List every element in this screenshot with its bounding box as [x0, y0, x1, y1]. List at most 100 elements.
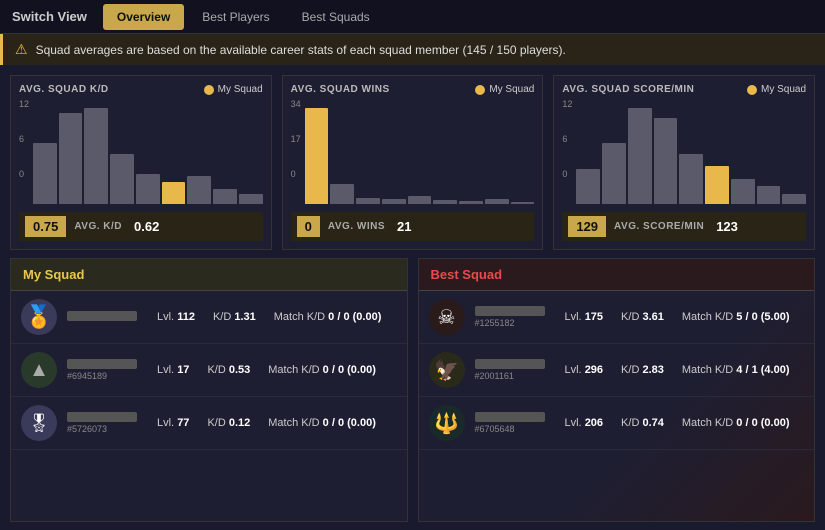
player-name-blur — [475, 359, 545, 369]
tab-overview[interactable]: Overview — [103, 4, 184, 30]
chart-score-bottom: 129 AVG. SCORE/MIN 123 — [562, 212, 806, 241]
bar — [84, 108, 108, 204]
player-info: #1255182 — [475, 306, 555, 328]
player-lvl: Lvl. 17 — [157, 364, 189, 376]
bar — [628, 108, 652, 204]
bar — [110, 154, 134, 205]
warning-text: Squad averages are based on the availabl… — [36, 43, 566, 57]
player-kd: K/D 0.74 — [621, 417, 664, 429]
avatar: ▲ — [21, 352, 57, 388]
chart-wins-bottom: 0 AVG. WINS 21 — [291, 212, 535, 241]
bar-gold — [305, 108, 329, 204]
bar — [33, 143, 57, 204]
tab-best-squads[interactable]: Best Squads — [288, 4, 384, 30]
chart-wins-header: AVG. SQUAD WINS My Squad — [291, 84, 535, 95]
player-kd: K/D 0.12 — [207, 417, 250, 429]
chart-kd-bottom: 0.75 AVG. K/D 0.62 — [19, 212, 263, 241]
chart-kd-title: AVG. SQUAD K/D — [19, 84, 109, 95]
player-kd: K/D 3.61 — [621, 311, 664, 323]
best-squad-panel: Best Squad ☠ #1255182 Lvl. 175 K/D 3.61 … — [418, 258, 816, 522]
player-row: 🏅 Lvl. 112 K/D 1.31 Match K/D 0 / 0 (0.0… — [11, 291, 407, 344]
bar — [187, 176, 211, 204]
header: Switch View Overview Best Players Best S… — [0, 0, 825, 34]
chart-wins-bars — [305, 99, 535, 208]
bar — [459, 201, 483, 204]
player-id: #5726073 — [67, 424, 147, 434]
player-id: #6945189 — [67, 371, 147, 381]
bar — [731, 179, 755, 204]
bar — [679, 154, 703, 205]
player-row: ▲ #6945189 Lvl. 17 K/D 0.53 Match K/D 0 … — [11, 344, 407, 397]
player-id: #6705648 — [475, 424, 555, 434]
kd-my-value: 0.75 — [25, 216, 66, 237]
player-lvl: Lvl. 112 — [157, 311, 195, 323]
player-match-kd: Match K/D 0 / 0 (0.00) — [268, 417, 376, 429]
bar — [511, 202, 535, 204]
bar-gold — [705, 166, 729, 204]
avatar: 🏅 — [21, 299, 57, 335]
squad-dot-score — [747, 85, 757, 95]
bar — [59, 113, 83, 204]
warning-icon: ⚠ — [15, 41, 28, 58]
switch-view-button[interactable]: Switch View — [12, 9, 87, 24]
player-id: #1255182 — [475, 318, 555, 328]
player-lvl: Lvl. 175 — [565, 311, 604, 323]
bar — [382, 199, 406, 204]
warning-banner: ⚠ Squad averages are based on the availa… — [0, 34, 825, 65]
charts-row: AVG. SQUAD K/D My Squad 12 6 0 — [0, 65, 825, 250]
player-info — [67, 311, 147, 323]
avatar: ☠ — [429, 299, 465, 335]
chart-kd-bars — [33, 99, 263, 208]
best-squad-header: Best Squad — [419, 259, 815, 291]
bar — [213, 189, 237, 204]
kd-label: AVG. K/D — [66, 218, 130, 235]
tab-best-players[interactable]: Best Players — [188, 4, 283, 30]
player-info: #2001161 — [475, 359, 555, 381]
player-id: #2001161 — [475, 371, 555, 381]
kd-other-value: 0.62 — [130, 216, 163, 237]
player-info: #6945189 — [67, 359, 147, 381]
player-name-blur — [475, 412, 545, 422]
chart-score: AVG. SQUAD SCORE/MIN My Squad 12 6 0 — [553, 75, 815, 250]
chart-score-header: AVG. SQUAD SCORE/MIN My Squad — [562, 84, 806, 95]
bar-gold — [162, 182, 186, 204]
bar — [576, 169, 600, 204]
my-squad-header: My Squad — [11, 259, 407, 291]
player-row: ☠ #1255182 Lvl. 175 K/D 3.61 Match K/D 5… — [419, 291, 815, 344]
player-info: #6705648 — [475, 412, 555, 434]
squad-dot-kd — [204, 85, 214, 95]
chart-kd-header: AVG. SQUAD K/D My Squad — [19, 84, 263, 95]
score-label: AVG. SCORE/MIN — [606, 218, 712, 235]
player-match-kd: Match K/D 5 / 0 (5.00) — [682, 311, 790, 323]
chart-kd-legend-label: My Squad — [218, 84, 263, 95]
wins-other-value: 21 — [393, 216, 415, 237]
chart-score-legend: My Squad — [747, 84, 806, 95]
chart-score-title: AVG. SQUAD SCORE/MIN — [562, 84, 694, 95]
score-other-value: 123 — [712, 216, 742, 237]
player-kd: K/D 1.31 — [213, 311, 256, 323]
player-row: 🦅 #2001161 Lvl. 296 K/D 2.83 Match K/D 4… — [419, 344, 815, 397]
player-match-kd: Match K/D 4 / 1 (4.00) — [682, 364, 790, 376]
player-row: 🔱 #6705648 Lvl. 206 K/D 0.74 Match K/D 0… — [419, 397, 815, 450]
bar — [433, 200, 457, 204]
player-name-blur — [67, 412, 137, 422]
my-squad-panel: My Squad 🏅 Lvl. 112 K/D 1.31 Match K/D 0… — [10, 258, 408, 522]
chart-score-bars — [576, 99, 806, 208]
player-match-kd: Match K/D 0 / 0 (0.00) — [274, 311, 382, 323]
player-name-blur — [475, 306, 545, 316]
bar — [602, 143, 626, 204]
chart-score-legend-label: My Squad — [761, 84, 806, 95]
bar — [239, 194, 263, 204]
chart-kd: AVG. SQUAD K/D My Squad 12 6 0 — [10, 75, 272, 250]
chart-wins-legend-label: My Squad — [489, 84, 534, 95]
player-match-kd: Match K/D 0 / 0 (0.00) — [682, 417, 790, 429]
player-name-blur — [67, 359, 137, 369]
chart-wins-y-labels: 34 17 0 — [291, 99, 301, 179]
avatar: 🔱 — [429, 405, 465, 441]
bar — [330, 184, 354, 204]
chart-kd-y-labels: 12 6 0 — [19, 99, 29, 179]
bottom-row: My Squad 🏅 Lvl. 112 K/D 1.31 Match K/D 0… — [0, 250, 825, 530]
chart-wins-title: AVG. SQUAD WINS — [291, 84, 390, 95]
avatar: 🎖 — [21, 405, 57, 441]
player-kd: K/D 0.53 — [207, 364, 250, 376]
